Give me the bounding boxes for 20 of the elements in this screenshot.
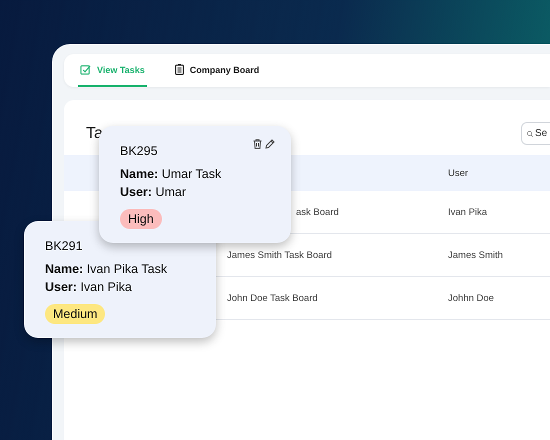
tab[interactable]: Company Board (172, 54, 262, 87)
table-cell: Johhn Doe (447, 276, 550, 320)
priority-tag: Medium (45, 304, 106, 324)
search-field[interactable]: Se (535, 128, 550, 139)
trash-icon[interactable] (253, 139, 262, 149)
task-user: User: Ivan Pika (45, 280, 133, 294)
table-cell: James Smith (447, 234, 550, 276)
table-cell: Ivan Pika (447, 191, 550, 234)
checkbox-icon (80, 64, 91, 75)
task-id: BK295 (120, 144, 159, 158)
task-name: Name: Ivan Pika Task (45, 262, 168, 276)
task-name: Name: Umar Task (120, 167, 222, 181)
search-icon (527, 128, 533, 138)
task-user: User: Umar (120, 185, 188, 199)
task-id: BK291 (45, 239, 84, 253)
column-header: User (447, 155, 550, 191)
priority-tag: High (120, 209, 162, 229)
clipboard-icon (174, 64, 184, 75)
table-cell: John Doe Task Board (226, 276, 447, 320)
pencil-icon[interactable] (265, 139, 275, 149)
